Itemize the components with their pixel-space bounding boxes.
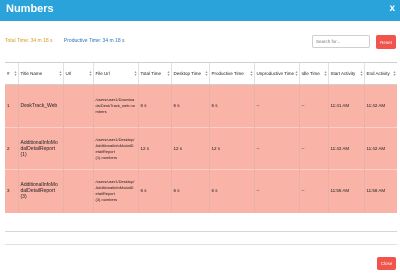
cell-title-name: DeskTrack_Web xyxy=(18,84,64,128)
search-input[interactable] xyxy=(312,35,370,48)
column-header-desktop-time[interactable]: Desktop Time ▴ ▾ xyxy=(171,63,210,85)
data-table: # ▴ ▾ Title Name ▴ ▾ Url ▴ ▾ File Url ▴ ▾ Total … xyxy=(5,63,397,213)
table-header-row: # ▴ ▾ Title Name ▴ ▾ Url ▴ ▾ File Url ▴ ▾ Total … xyxy=(5,63,397,85)
cell-idle-time: -- xyxy=(299,84,329,128)
total-time-text: Total Time: 34 m 18 s xyxy=(5,38,53,44)
cell-start-activity: 11:41 AM xyxy=(328,84,365,128)
cell-total-time: 6 s xyxy=(138,84,172,128)
sort-icon: ▴ ▾ xyxy=(59,69,62,77)
cell-url xyxy=(63,127,94,170)
cell-unproductive-time: -- xyxy=(254,127,300,170)
sort-icon: ▴ ▾ xyxy=(324,69,327,77)
close-icon[interactable]: x xyxy=(389,3,395,14)
cell-total-time: 12 s xyxy=(138,127,172,170)
cell-start-activity: 11:42 AM xyxy=(328,127,365,170)
cell-file-url: /users/user1/Downloads/DeskTrack_web.num… xyxy=(93,84,139,128)
column-header-idle-time[interactable]: Idle Time ▴ ▾ xyxy=(299,63,329,85)
cell-desktop-time: 6 s xyxy=(171,84,210,128)
cell-unproductive-time: -- xyxy=(254,84,300,128)
modal-title: Numbers xyxy=(6,3,54,15)
column-header-total-time[interactable]: Total Time ▴ ▾ xyxy=(138,63,172,85)
cell-idle-time: -- xyxy=(299,169,329,213)
modal-header: Numbers x xyxy=(0,0,400,21)
column-header-file-url[interactable]: File Url ▴ ▾ xyxy=(93,63,139,85)
cell-idle-time: -- xyxy=(299,127,329,170)
cell-file-url: /users/user1/Desktop/AdditionalInfoModal… xyxy=(93,127,139,170)
sort-icon: ▴ ▾ xyxy=(14,69,17,77)
productive-time-text: Productive Time: 34 m 18 s xyxy=(63,38,125,44)
cell-title-name: AdditionalInfoModalDetailReport (1) xyxy=(18,127,64,170)
cell-url xyxy=(63,169,94,213)
sort-icon: ▴ ▾ xyxy=(167,69,170,77)
column-header-url[interactable]: Url ▴ ▾ xyxy=(63,63,94,85)
sort-icon: ▴ ▾ xyxy=(89,69,92,77)
sort-icon: ▴ ▾ xyxy=(295,69,298,77)
cell-desktop-time: 6 s xyxy=(171,169,210,213)
column-header-unproductive-time[interactable]: Unproductive Time ▴ ▾ xyxy=(254,63,300,85)
table-row[interactable]: 1 DeskTrack_Web /users/user1/Downloads/D… xyxy=(5,84,397,128)
cell-url xyxy=(63,84,94,128)
cell-title-name: AdditionalInfoModalDetailReport (3) xyxy=(18,169,64,213)
reset-button[interactable]: Reset xyxy=(376,35,396,49)
cell-productive-time: 6 s xyxy=(209,169,255,213)
sort-icon: ▴ ▾ xyxy=(205,69,208,77)
sort-icon: ▴ ▾ xyxy=(393,69,396,77)
column-header-start-activity[interactable]: Start Activity ▴ ▾ xyxy=(328,63,365,85)
time-summary: Total Time: 34 m 18 s Productive Time: 3… xyxy=(5,38,135,44)
cell-productive-time: 12 s xyxy=(209,127,255,170)
data-table-container[interactable]: # ▴ ▾ Title Name ▴ ▾ Url ▴ ▾ File Url ▴ ▾ Total … xyxy=(5,62,397,232)
cell-end-activity: 11:58 AM xyxy=(364,169,397,213)
cell-desktop-time: 12 s xyxy=(171,127,210,170)
cell-unproductive-time: -- xyxy=(254,169,300,213)
cell-file-url: /users/user1/Desktop/AdditionalInfoModal… xyxy=(93,169,139,213)
table-row[interactable]: 2 AdditionalInfoModalDetailReport (1) /u… xyxy=(5,127,397,170)
table-row[interactable]: 3 AdditionalInfoModalDetailReport (3) /u… xyxy=(5,169,397,213)
cell-productive-time: 6 s xyxy=(209,84,255,128)
cell-index: 3 xyxy=(5,169,19,213)
column-header-productive-time[interactable]: Productive Time ▴ ▾ xyxy=(209,63,255,85)
cell-end-activity: 11:42 AM xyxy=(364,84,397,128)
column-header-index[interactable]: # ▴ ▾ xyxy=(5,63,19,85)
footer-divider xyxy=(5,244,397,245)
sort-icon: ▴ ▾ xyxy=(134,69,137,77)
cell-index: 1 xyxy=(5,84,19,128)
column-header-end-activity[interactable]: End Activity ▴ ▾ xyxy=(364,63,397,85)
cell-end-activity: 11:42 AM xyxy=(364,127,397,170)
sort-icon: ▴ ▾ xyxy=(360,69,363,77)
close-button[interactable]: Close xyxy=(377,257,396,270)
cell-total-time: 6 s xyxy=(138,169,172,213)
cell-start-activity: 11:55 AM xyxy=(328,169,365,213)
sort-icon: ▴ ▾ xyxy=(250,69,253,77)
column-header-title-name[interactable]: Title Name ▴ ▾ xyxy=(18,63,64,85)
cell-index: 2 xyxy=(5,127,19,170)
